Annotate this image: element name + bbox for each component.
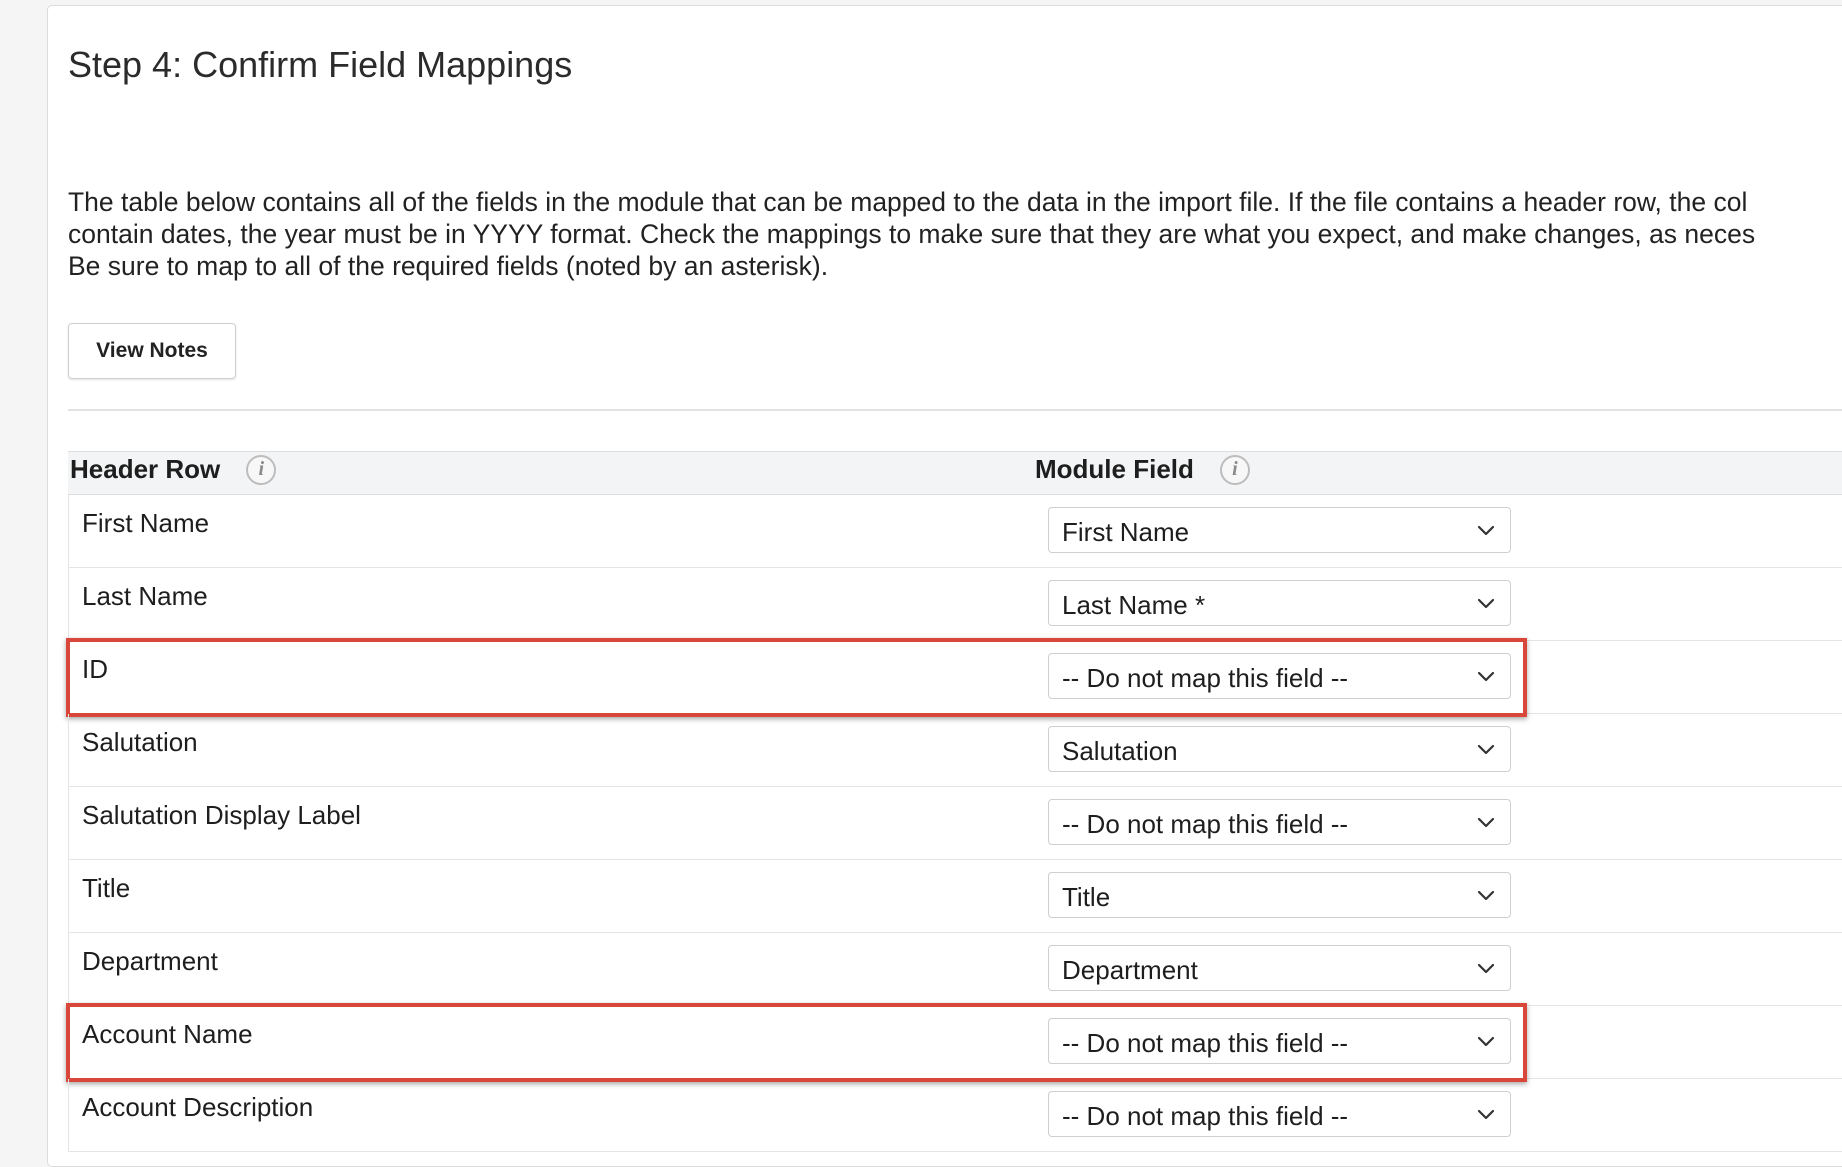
chevron-down-icon xyxy=(1477,1109,1495,1120)
instructions-line: Be sure to map to all of the required fi… xyxy=(68,251,829,281)
chevron-down-icon xyxy=(1477,963,1495,974)
module-field-select-value: -- Do not map this field -- xyxy=(1062,663,1349,693)
module-field-select-value: First Name xyxy=(1062,517,1190,547)
table-body: First Name First Name Last Name Last Name *… xyxy=(66,495,1842,1152)
header-row-cell: ID xyxy=(82,654,108,684)
header-row-cell: Title xyxy=(82,873,131,903)
table-header: Header Row i Module Field i xyxy=(68,451,1842,495)
header-row-cell: Account Description xyxy=(82,1092,314,1122)
instructions-line: The table below contains all of the fiel… xyxy=(68,187,1748,217)
instructions-line: contain dates, the year must be in YYYY … xyxy=(68,219,1756,249)
module-field-column-label: Module Field xyxy=(1035,454,1194,484)
header-row-cell: Salutation xyxy=(82,727,198,757)
chevron-down-icon xyxy=(1477,598,1495,609)
module-field-select[interactable]: First Name xyxy=(1048,507,1511,553)
module-field-column-header: Module Field i xyxy=(1035,454,1250,485)
info-icon[interactable]: i xyxy=(1219,454,1250,485)
header-row-cell: First Name xyxy=(82,508,210,538)
chevron-down-icon xyxy=(1477,817,1495,828)
module-field-select-value: Last Name * xyxy=(1062,590,1206,620)
module-field-select-value: -- Do not map this field -- xyxy=(1062,1028,1349,1058)
chevron-down-icon xyxy=(1477,890,1495,901)
module-field-select-value: Title xyxy=(1062,882,1111,912)
header-row-column-label: Header Row xyxy=(70,454,221,484)
module-field-select-value: Department xyxy=(1062,955,1198,985)
table-row: Salutation Display Label -- Do not map th… xyxy=(68,787,1842,860)
module-field-select[interactable]: Title xyxy=(1048,872,1511,918)
table-row-highlighted: ID -- Do not map this field -- xyxy=(66,638,1842,717)
table-row: Last Name Last Name * xyxy=(68,568,1842,641)
module-field-select[interactable]: -- Do not map this field -- xyxy=(1048,653,1511,699)
module-field-select[interactable]: -- Do not map this field -- xyxy=(1048,799,1511,845)
header-row-cell: Salutation Display Label xyxy=(82,800,361,830)
table-row: Department Department xyxy=(68,933,1842,1006)
field-mapping-table: Header Row i Module Field i First Name Fi… xyxy=(66,451,1842,1152)
chevron-down-icon xyxy=(1477,744,1495,755)
chevron-down-icon xyxy=(1477,1036,1495,1047)
header-row-cell: Account Name xyxy=(82,1019,253,1049)
page-title: Step 4: Confirm Field Mappings xyxy=(68,44,573,85)
view-notes-button[interactable]: View Notes xyxy=(68,323,236,379)
table-row: Title Title xyxy=(68,860,1842,933)
table-row: First Name First Name xyxy=(68,495,1842,568)
table-row-highlighted: Account Name -- Do not map this field -- xyxy=(66,1003,1842,1082)
module-field-select[interactable]: Last Name * xyxy=(1048,580,1511,626)
module-field-select[interactable]: Department xyxy=(1048,945,1511,991)
header-row-cell: Department xyxy=(82,946,218,976)
module-field-select-value: Salutation xyxy=(1062,736,1178,766)
header-row-column-header: Header Row i xyxy=(70,454,277,485)
module-field-select[interactable]: Salutation xyxy=(1048,726,1511,772)
instructions-text: The table below contains all of the fiel… xyxy=(68,186,1842,282)
divider xyxy=(68,409,1842,411)
table-row: Salutation Salutation xyxy=(68,714,1842,787)
module-field-select[interactable]: -- Do not map this field -- xyxy=(1048,1018,1511,1064)
module-field-select[interactable]: -- Do not map this field -- xyxy=(1048,1091,1511,1137)
chevron-down-icon xyxy=(1477,671,1495,682)
table-row: Account Description -- Do not map this fi… xyxy=(68,1079,1842,1152)
info-icon[interactable]: i xyxy=(246,454,277,485)
chevron-down-icon xyxy=(1477,525,1495,536)
module-field-select-value: -- Do not map this field -- xyxy=(1062,809,1349,839)
module-field-select-value: -- Do not map this field -- xyxy=(1062,1101,1349,1131)
header-row-cell: Last Name xyxy=(82,581,208,611)
